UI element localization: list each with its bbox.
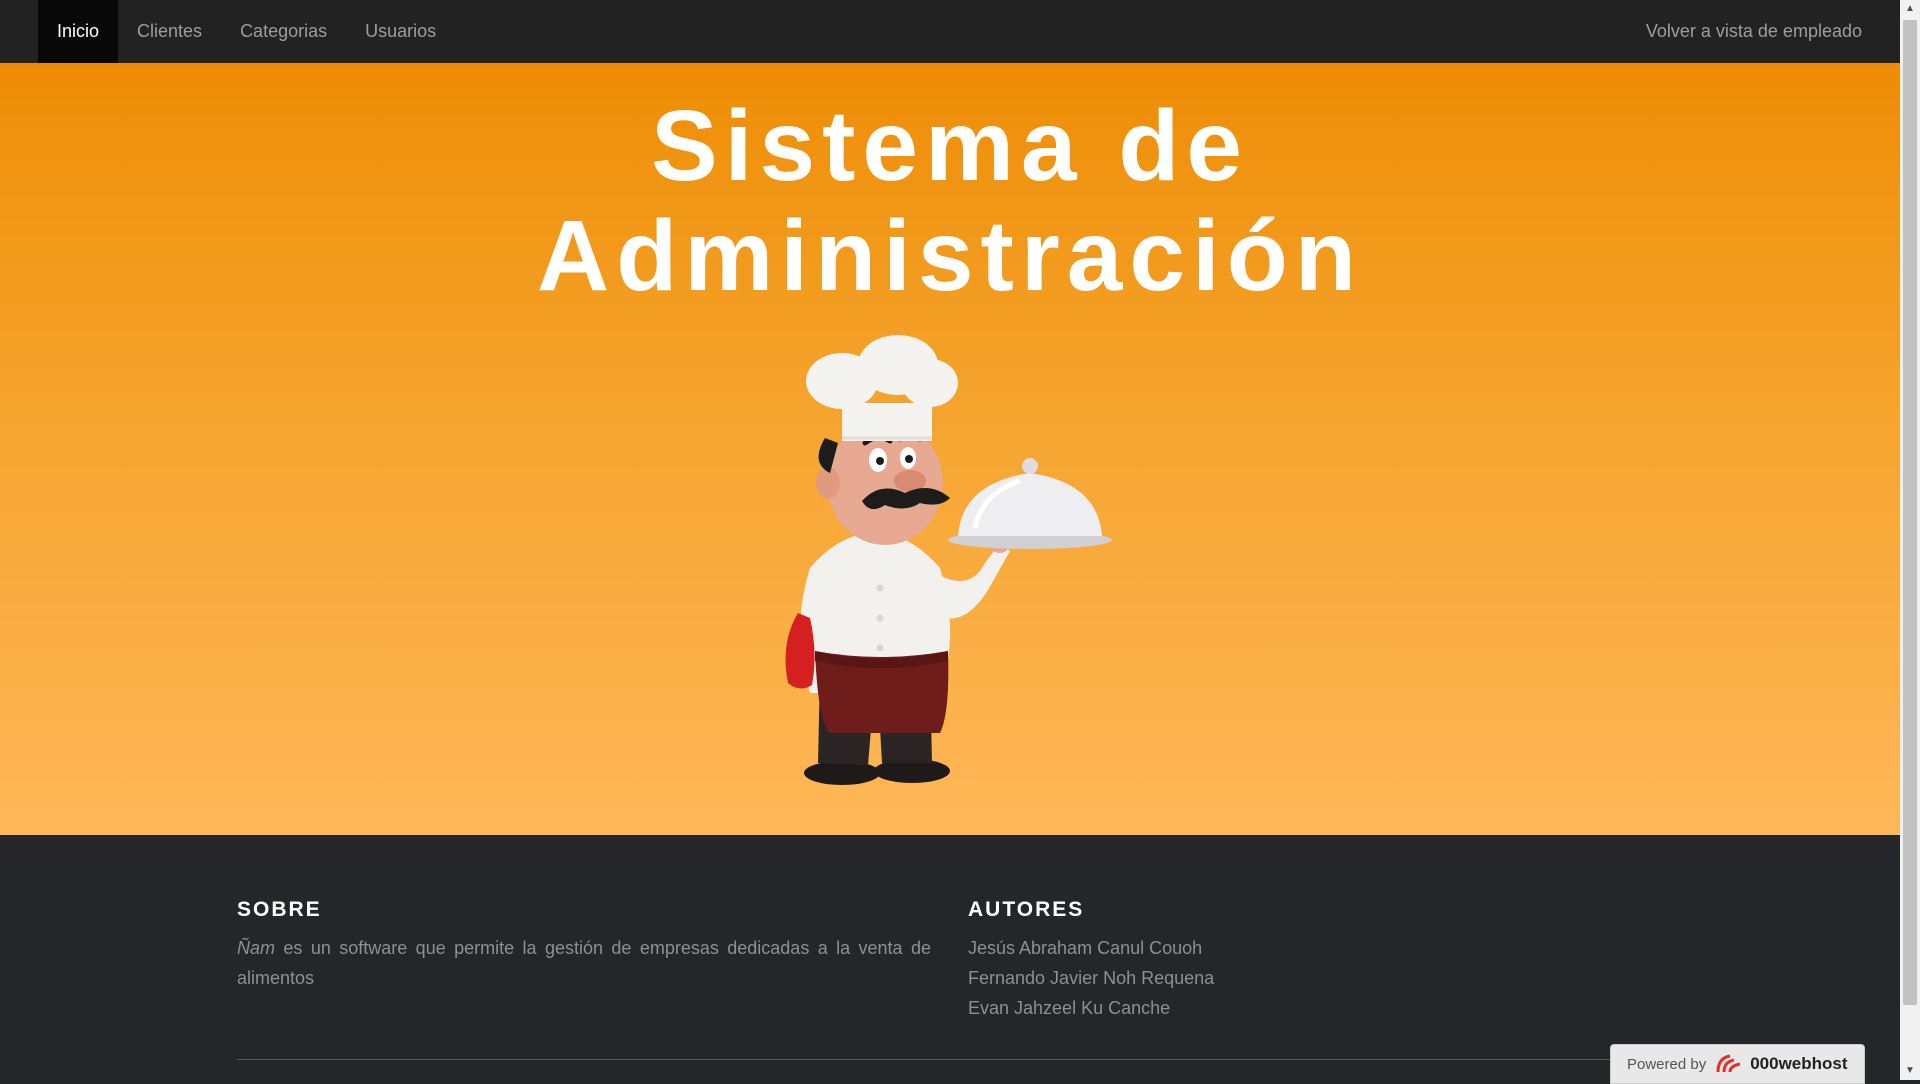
authors-heading: AUTORES — [968, 898, 1085, 921]
page-title-line-1: Sistema de — [650, 90, 1250, 202]
about-description: es un software que permite la gestión de… — [237, 938, 931, 988]
webhost-logo-icon — [1716, 1054, 1741, 1073]
page: Inicio Clientes Categorias Usuarios Volv… — [0, 0, 1900, 1080]
author-name: Fernando Javier Noh Requena — [968, 968, 1215, 988]
footer-divider — [237, 1059, 1667, 1060]
page-title: Sistema de Administración — [0, 91, 1900, 311]
author-name: Evan Jahzeel Ku Canche — [968, 998, 1171, 1018]
footer-about-column: SOBRE Ñam es un software que permite la … — [237, 897, 931, 993]
author-name: Jesús Abraham Canul Couoh — [968, 938, 1203, 958]
nav-item-categorias[interactable]: Categorias — [221, 0, 346, 63]
powered-by-label: Powered by — [1627, 1055, 1707, 1073]
vertical-scrollbar[interactable]: ▲ ▼ — [1900, 0, 1920, 1080]
hero-section: Sistema de Administración — [0, 63, 1900, 835]
nav-list: Inicio Clientes Categorias Usuarios — [38, 0, 455, 63]
scroll-up-arrow-icon[interactable]: ▲ — [1900, 0, 1920, 18]
back-to-employee-view-link[interactable]: Volver a vista de empleado — [1646, 0, 1862, 63]
nav-item-clientes[interactable]: Clientes — [118, 0, 221, 63]
nav-item-inicio[interactable]: Inicio — [38, 0, 119, 63]
powered-by-badge[interactable]: Powered by 000webhost — [1610, 1044, 1865, 1084]
about-text: Ñam es un software que permite la gestió… — [237, 933, 931, 993]
chef-holding-cloche-icon — [785, 335, 1112, 785]
scroll-down-arrow-icon[interactable]: ▼ — [1900, 1062, 1920, 1080]
brand-name: Ñam — [237, 938, 276, 958]
page-title-line-2: Administración — [537, 200, 1363, 312]
about-heading: SOBRE — [237, 898, 322, 921]
top-navbar: Inicio Clientes Categorias Usuarios Volv… — [0, 0, 1900, 63]
footer-authors-column: AUTORES Jesús Abraham Canul Couoh Fernan… — [968, 897, 1468, 1023]
webhost-brand: 000webhost — [1750, 1054, 1848, 1073]
scrollbar-thumb[interactable] — [1903, 20, 1917, 1005]
nav-item-usuarios[interactable]: Usuarios — [346, 0, 455, 63]
